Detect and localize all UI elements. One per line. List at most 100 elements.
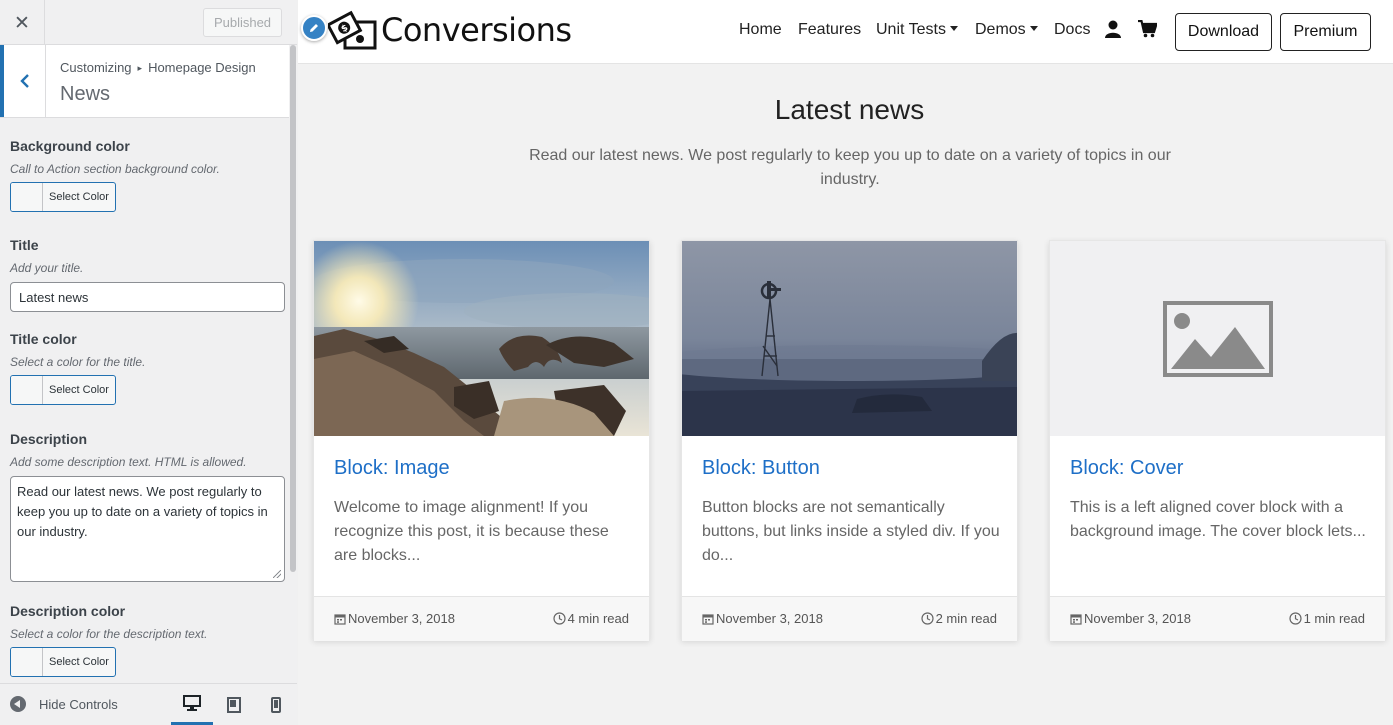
sidebar-scrollbar[interactable] bbox=[289, 45, 297, 683]
section-header: Customizing ▸ Homepage Design News bbox=[0, 45, 289, 118]
close-customizer-button[interactable]: ✕ bbox=[0, 0, 45, 45]
news-card: Block: Cover This is a left aligned cove… bbox=[1049, 240, 1386, 641]
download-button[interactable]: Download bbox=[1175, 13, 1272, 51]
hide-controls-label: Hide Controls bbox=[39, 696, 118, 712]
control-label: Background color bbox=[10, 138, 130, 154]
card-title-link[interactable]: Block: Image bbox=[334, 457, 450, 480]
card-footer: November 3, 2018 2 min read bbox=[682, 596, 1017, 641]
card-read-time-text: 4 min read bbox=[567, 611, 629, 626]
clock-icon bbox=[552, 612, 566, 625]
card-date: November 3, 2018 bbox=[334, 611, 455, 626]
control-label: Description color bbox=[10, 603, 126, 619]
mobile-icon bbox=[271, 696, 281, 713]
card-image-foggy-windmill[interactable] bbox=[682, 241, 1017, 436]
resize-handle-icon[interactable] bbox=[273, 570, 281, 578]
customizer-footer: Hide Controls bbox=[0, 683, 297, 725]
edit-shortcut-button[interactable] bbox=[301, 15, 327, 41]
caret-down-icon bbox=[1029, 26, 1038, 31]
nav-unit-tests-label: Unit Tests bbox=[876, 21, 946, 38]
control-description: Select a color for the description text. bbox=[10, 627, 208, 641]
cart-icon[interactable] bbox=[1138, 20, 1157, 38]
control-background-color: Background color Call to Action section … bbox=[10, 138, 285, 212]
title-input[interactable] bbox=[10, 282, 285, 312]
back-button[interactable] bbox=[0, 45, 46, 117]
card-read-time: 1 min read bbox=[1288, 611, 1365, 626]
select-color-label: Select Color bbox=[49, 191, 109, 203]
card-date-text: November 3, 2018 bbox=[348, 611, 455, 626]
card-date-text: November 3, 2018 bbox=[716, 611, 823, 626]
conversions-logo-icon[interactable]: $ bbox=[328, 9, 378, 53]
beach-sunset-photo-icon bbox=[314, 241, 649, 436]
nav-demos[interactable]: Demos bbox=[975, 21, 1038, 39]
card-date-text: November 3, 2018 bbox=[1084, 611, 1191, 626]
control-description: Call to Action section background color. bbox=[10, 162, 220, 176]
card-read-time: 2 min read bbox=[920, 611, 997, 626]
nav-features[interactable]: Features bbox=[798, 21, 861, 39]
published-button[interactable]: Published bbox=[203, 8, 282, 37]
foggy-windmill-photo-icon bbox=[682, 241, 1017, 436]
nav-docs[interactable]: Docs bbox=[1054, 21, 1090, 39]
news-card: Block: Image Welcome to image alignment!… bbox=[313, 240, 650, 641]
calendar-icon bbox=[702, 613, 714, 625]
preview-tablet-button[interactable] bbox=[213, 684, 255, 725]
preview-mobile-button[interactable] bbox=[255, 684, 297, 725]
card-read-time: 4 min read bbox=[552, 611, 629, 626]
control-description: Select a color for the title. bbox=[10, 355, 146, 369]
control-description: Add some description text. HTML is allow… bbox=[10, 455, 247, 469]
color-swatch bbox=[11, 376, 43, 404]
select-color-label: Select Color bbox=[49, 656, 109, 668]
card-title-link[interactable]: Block: Cover bbox=[1070, 457, 1183, 480]
color-swatch bbox=[11, 648, 43, 676]
desktop-icon bbox=[183, 695, 201, 711]
clock-icon bbox=[1288, 612, 1302, 625]
premium-button[interactable]: Premium bbox=[1280, 13, 1371, 51]
image-placeholder-icon bbox=[1162, 300, 1273, 377]
site-title[interactable]: Conversions bbox=[381, 11, 572, 49]
news-card: Block: Button Button blocks are not sema… bbox=[681, 240, 1018, 641]
news-section-title: Latest news bbox=[774, 94, 925, 125]
chevron-left-icon bbox=[19, 74, 29, 88]
select-color-button[interactable]: Select Color bbox=[10, 647, 116, 677]
tablet-icon bbox=[227, 696, 241, 713]
collapse-arrow-icon bbox=[10, 696, 26, 712]
preview-desktop-button[interactable] bbox=[171, 684, 213, 725]
calendar-icon bbox=[334, 613, 346, 625]
description-textarea[interactable]: Read our latest news. We post regularly … bbox=[10, 476, 285, 582]
card-date: November 3, 2018 bbox=[1070, 611, 1191, 626]
site-preview: $ Conversions Home Features Unit Tests D… bbox=[298, 0, 1393, 725]
control-label: Title bbox=[10, 237, 39, 253]
card-footer: November 3, 2018 1 min read bbox=[1050, 596, 1385, 641]
card-title-link[interactable]: Block: Button bbox=[702, 457, 820, 480]
breadcrumb-separator-icon: ▸ bbox=[137, 63, 143, 73]
breadcrumb: Customizing ▸ Homepage Design bbox=[60, 60, 256, 75]
card-read-time-text: 2 min read bbox=[935, 611, 997, 626]
user-icon[interactable] bbox=[1105, 20, 1121, 38]
card-image-placeholder[interactable] bbox=[1050, 241, 1385, 436]
control-description: Add your title. bbox=[10, 261, 84, 275]
control-label: Description bbox=[10, 431, 88, 447]
control-description: Description Add some description text. H… bbox=[10, 431, 285, 582]
card-excerpt: Welcome to image alignment! If you recog… bbox=[334, 499, 609, 564]
section-title: News bbox=[60, 83, 111, 105]
card-image-beach-sunset[interactable] bbox=[314, 241, 649, 436]
caret-down-icon bbox=[949, 26, 958, 31]
nav-unit-tests[interactable]: Unit Tests bbox=[876, 21, 958, 39]
select-color-button[interactable]: Select Color bbox=[10, 182, 116, 212]
clock-icon bbox=[920, 612, 934, 625]
site-header: $ Conversions Home Features Unit Tests D… bbox=[298, 0, 1393, 64]
select-color-button[interactable]: Select Color bbox=[10, 375, 116, 405]
controls-panel: Background color Call to Action section … bbox=[0, 118, 289, 683]
calendar-icon bbox=[1070, 613, 1082, 625]
description-textarea-value: Read our latest news. We post regularly … bbox=[17, 484, 268, 539]
breadcrumb-parent: Customizing bbox=[60, 60, 132, 75]
card-footer: November 3, 2018 4 min read bbox=[314, 596, 649, 641]
news-section-description: Read our latest news. We post regularly … bbox=[529, 147, 1171, 188]
card-date: November 3, 2018 bbox=[702, 611, 823, 626]
nav-home[interactable]: Home bbox=[739, 21, 782, 39]
control-description-color: Description color Select a color for the… bbox=[10, 603, 285, 677]
pencil-icon bbox=[310, 24, 318, 32]
scrollbar-thumb[interactable] bbox=[290, 45, 296, 572]
hide-controls-button[interactable]: Hide Controls bbox=[10, 696, 118, 712]
nav-demos-label: Demos bbox=[975, 21, 1026, 38]
customizer-header: ✕ Published bbox=[0, 0, 297, 45]
